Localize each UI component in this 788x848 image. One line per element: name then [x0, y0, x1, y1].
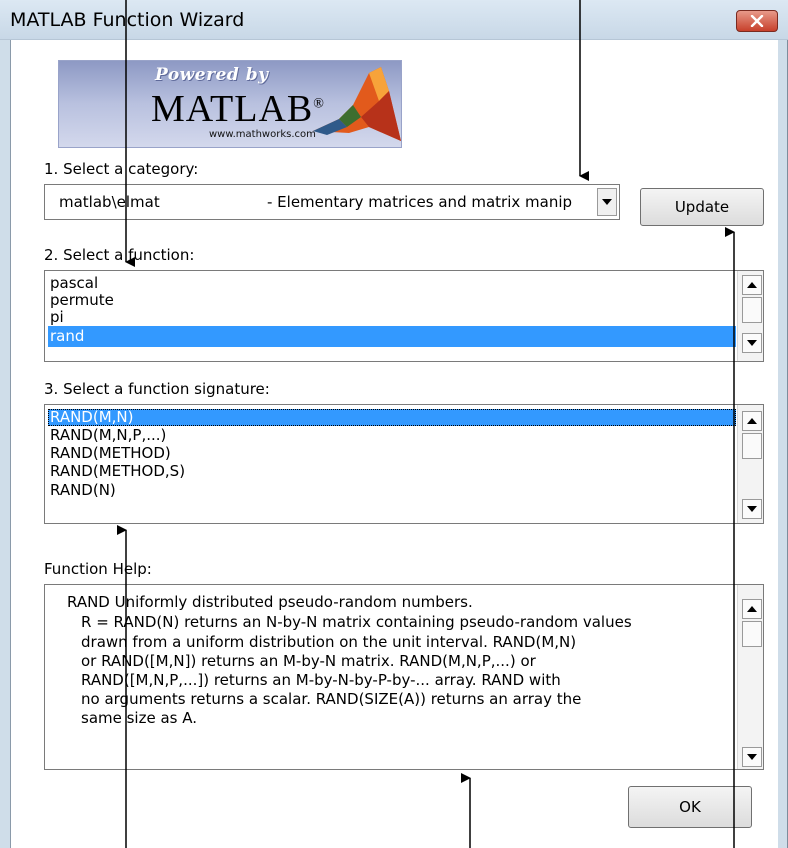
scroll-up-button[interactable] — [742, 411, 762, 431]
function-item-selected[interactable]: rand — [48, 326, 736, 347]
function-item[interactable]: pi — [48, 309, 736, 326]
scroll-down-button[interactable] — [742, 333, 762, 353]
scroll-up-icon — [747, 418, 757, 424]
help-scrollbar[interactable] — [737, 585, 763, 769]
logo-wordmark: MATLAB® — [151, 87, 325, 131]
scroll-up-icon — [747, 606, 757, 612]
signature-item[interactable]: RAND(METHOD) — [48, 445, 736, 462]
scroll-thumb[interactable] — [742, 621, 762, 647]
scroll-down-icon — [747, 340, 757, 346]
ok-button[interactable]: OK — [628, 786, 752, 828]
scroll-down-icon — [747, 754, 757, 760]
signature-scrollbar[interactable] — [737, 405, 763, 523]
update-button[interactable]: Update — [640, 188, 764, 226]
category-dropdown[interactable]: matlab\elmat - Elementary matrices and m… — [44, 184, 620, 220]
title-bar[interactable]: MATLAB Function Wizard — [0, 0, 788, 40]
logo-powered-text: Powered by — [155, 65, 269, 85]
help-line: drawn from a uniform distribution on the… — [81, 633, 577, 651]
membrane-logo-icon — [313, 67, 401, 141]
close-icon — [750, 15, 764, 27]
signature-label: 3. Select a function signature: — [44, 380, 270, 398]
help-label: Function Help: — [44, 560, 152, 578]
category-path: matlab\elmat — [59, 193, 160, 211]
signature-listbox[interactable]: RAND(M,N) RAND(M,N,P,...) RAND(METHOD) R… — [44, 404, 764, 524]
category-label: 1. Select a category: — [44, 160, 199, 178]
logo-url: www.mathworks.com — [209, 129, 316, 140]
function-item[interactable]: pascal — [48, 275, 736, 292]
function-scrollbar[interactable] — [737, 271, 763, 361]
help-line: or RAND([M,N]) returns an M-by-N matrix.… — [81, 652, 536, 670]
category-description: - Elementary matrices and matrix manip — [267, 193, 573, 211]
scroll-up-button[interactable] — [742, 275, 762, 295]
help-line: R = RAND(N) returns an N-by-N matrix con… — [81, 613, 632, 631]
scroll-down-button[interactable] — [742, 499, 762, 519]
function-label: 2. Select a function: — [44, 246, 195, 264]
help-line: RAND Uniformly distributed pseudo-random… — [67, 593, 473, 611]
logo-word: MATLAB — [151, 88, 314, 130]
scroll-down-icon — [747, 506, 757, 512]
dropdown-arrow-button[interactable] — [597, 188, 617, 216]
signature-item[interactable]: RAND(METHOD,S) — [48, 463, 736, 480]
scroll-up-icon — [747, 282, 757, 288]
signature-item[interactable]: RAND(N) — [48, 482, 736, 499]
function-listbox[interactable]: pascal permute pi rand — [44, 270, 764, 362]
scroll-up-button[interactable] — [742, 599, 762, 619]
chevron-down-icon — [602, 199, 612, 205]
scroll-thumb[interactable] — [742, 297, 762, 323]
matlab-logo: Powered by MATLAB® www.mathworks.com — [58, 60, 402, 148]
scroll-thumb[interactable] — [742, 433, 762, 459]
function-help-text[interactable]: RAND Uniformly distributed pseudo-random… — [44, 584, 764, 770]
help-line: same size as A. — [81, 709, 198, 727]
signature-item-selected[interactable]: RAND(M,N) — [48, 409, 736, 426]
signature-item[interactable]: RAND(M,N,P,...) — [48, 427, 736, 444]
help-line: RAND([M,N,P,...]) returns an M-by-N-by-P… — [81, 671, 561, 689]
help-line: no arguments returns a scalar. RAND(SIZE… — [81, 690, 582, 708]
close-button[interactable] — [736, 10, 778, 32]
scroll-down-button[interactable] — [742, 747, 762, 767]
function-item[interactable]: permute — [48, 292, 736, 309]
window-title: MATLAB Function Wizard — [10, 9, 245, 31]
